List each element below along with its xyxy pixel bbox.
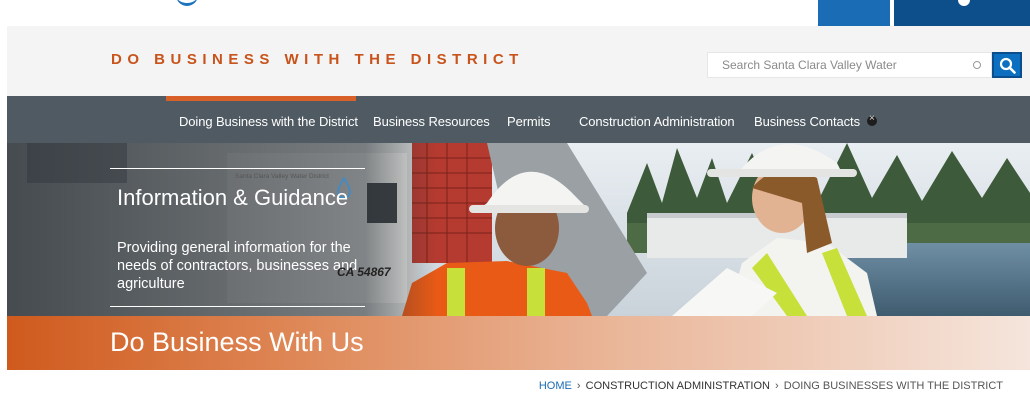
search-button[interactable] xyxy=(992,52,1022,78)
search-input[interactable] xyxy=(708,53,963,77)
nav-item-construction-administration[interactable]: Construction Administration xyxy=(579,114,735,129)
search-icon xyxy=(999,57,1016,74)
page-title: Do Business With Us xyxy=(110,327,364,357)
search-clear-icon[interactable] xyxy=(973,61,981,69)
truck-plate: CA 54867 xyxy=(337,265,391,279)
search-box xyxy=(707,52,992,78)
main-nav: Doing Business with the District Busines… xyxy=(7,96,1030,143)
breadcrumb: HOME › CONSTRUCTION ADMINISTRATION › DOI… xyxy=(539,380,1003,392)
breadcrumb-current: DOING BUSINESSES WITH THE DISTRICT xyxy=(783,380,1003,392)
breadcrumb-separator: › xyxy=(775,380,779,392)
breadcrumb-home[interactable]: HOME xyxy=(539,380,572,392)
truck-text: Santa Clara Valley Water District xyxy=(235,173,329,180)
hero-description: Providing general information for the ne… xyxy=(117,240,358,292)
site-header: DO BUSINESS WITH THE DISTRICT xyxy=(7,26,1030,96)
breadcrumb-separator: › xyxy=(576,380,581,392)
utility-button-left[interactable] xyxy=(818,0,890,26)
close-icon[interactable] xyxy=(867,113,877,126)
breadcrumb-construction-administration[interactable]: CONSTRUCTION ADMINISTRATION xyxy=(586,380,770,392)
site-title[interactable]: DO BUSINESS WITH THE DISTRICT xyxy=(111,51,524,68)
logo-fragment[interactable] xyxy=(176,0,198,6)
hero-divider-top xyxy=(110,168,365,169)
top-utility-bar xyxy=(0,0,1030,26)
nav-item-doing-business[interactable]: Doing Business with the District xyxy=(179,114,358,129)
nav-item-business-contacts[interactable]: Business Contacts xyxy=(754,114,860,129)
page-banner: Do Business With Us xyxy=(7,316,1030,370)
nav-item-permits[interactable]: Permits xyxy=(507,114,550,129)
hero-banner: Information & Guidance Providing general… xyxy=(7,143,1030,316)
hero-divider-bottom xyxy=(110,306,365,307)
hero-title: Information & Guidance xyxy=(117,185,349,210)
nav-active-indicator xyxy=(166,96,356,101)
nav-item-business-resources[interactable]: Business Resources xyxy=(373,114,490,129)
